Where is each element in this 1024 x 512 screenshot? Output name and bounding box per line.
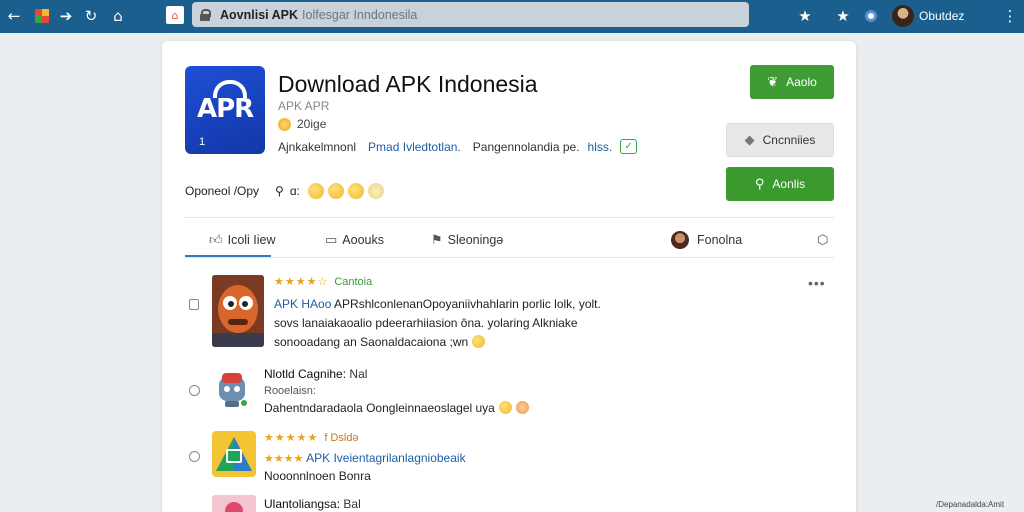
app-logo-icon [212,431,256,477]
extension-icon[interactable] [31,5,53,27]
home-icon[interactable]: ⌂ [107,5,129,27]
review-subtitle: Rooelaisn: [264,385,316,397]
review-link[interactable]: APK HAoo [274,297,331,311]
address-bar[interactable]: Aovnlisi APK Iolfesgar Inndonesila [192,2,749,27]
emoji-icon [347,183,364,199]
tab-overview[interactable]: 👍︎ Icoli Iiew [209,223,276,257]
review-link[interactable]: APK Iveientagrilanlagniobeaik [306,451,465,465]
review-text: Dahentndaradaola Oongleinnaeoslagel uya [264,401,529,415]
app-meta-row: Ajnkakelmnonl Pmad Ivledtotlan. Pangenno… [278,139,638,154]
app-icon: APR 1 [185,66,265,154]
checkbox[interactable] [189,299,199,310]
share-label: Cncnniies [762,133,816,147]
radio-button[interactable] [189,451,200,462]
download-button[interactable]: ⚲ Aonlis [726,167,834,201]
review-text: ★★★★ APK Iveientagrilanlagniobeaik [264,451,466,465]
app-detail-card: APR 1 Download APK Indonesia APK APR 20i… [162,41,856,512]
bookmark-star-icon[interactable]: ★ [794,5,816,27]
star-icon[interactable]: ★ [832,5,854,27]
site-favicon-icon: ⌂ [166,6,184,24]
rating-count: 20ige [297,117,327,131]
emoji-icon [367,183,384,199]
coin-icon [278,117,291,131]
emoji-icon [515,401,529,414]
lock-icon [200,8,211,21]
install-label: Aaolo [786,75,817,89]
robot-avatar-icon [214,367,250,411]
url-path: Iolfesgar Inndonesila [302,7,418,22]
tab-bar: 👍︎ Icoli Iiew ▭ Aoouks ⚑ Sleoningə Fonol… [185,223,834,258]
meta-more-link[interactable]: hlss. [588,140,613,154]
review-author: Nlotld Cagnihe: Nal [264,367,368,381]
download-label: Aonlis [772,177,806,191]
forward-arrow-icon[interactable]: ➔ [55,5,77,27]
tab-reviews[interactable]: ▭ Aoouks [325,223,384,257]
meta-developer: Ajnkakelmnonl [278,139,357,154]
app-icon-text: APR [197,94,254,124]
emoji-icon [307,183,324,199]
more-options-icon[interactable]: ••• [808,275,826,291]
review-text: APK HAoo APRshlconlenanOpoyaniivhahlarin… [274,297,601,311]
tag-icon: ◆ [744,132,755,148]
thumbs-up-icon: 👍︎ [209,232,223,248]
app-icon-badge: 1 [199,136,206,148]
url-domain: Aovnlisi APK [220,7,299,22]
meta-category: Pangennolandia pe. [472,139,580,154]
page-title: Download APK Indonesia [278,71,538,97]
review-text: sonooadang an Saonaldacaiona ;wn [274,335,486,349]
radio-button[interactable] [189,385,200,396]
profile-circle-icon[interactable] [860,5,882,27]
reload-icon[interactable]: ↻ [80,5,102,27]
star-rating: ★★★★☆ Cantoia [274,275,373,288]
tab-profile[interactable]: Fonolna [671,223,742,257]
divider [185,257,834,258]
opinion-row: Oponeol /Opy ⚲ ɑ: [185,183,388,199]
tab-screenshots[interactable]: ⚑ Sleoningə [431,223,503,257]
meta-link[interactable]: Pmad Ivledtotlan. [368,140,461,154]
back-arrow-icon[interactable]: ← [3,5,25,27]
review-thumbnail [212,275,264,347]
share-button[interactable]: ◆ Cncnniies [726,123,834,157]
tab-label: Icoli Iiew [227,233,276,247]
tab-label: Fonolna [697,233,743,247]
corner-caption: /Depanadalda:Amit [936,500,1005,509]
tab-label: Sleoningə [447,233,504,247]
review-author: Ulantoliangsa: Bal [264,497,361,511]
verified-shield-icon: ✓ [620,139,638,154]
tag-icon[interactable]: ⬡ [817,223,833,257]
review-text: sovs lanaiakaoalio pdeerarhiiasion ôna. … [274,316,578,330]
profile-name[interactable]: Obutdez [919,9,964,23]
comment-icon: ▭ [325,232,338,248]
star-rating: ★★★★★ f Dsldə [264,431,359,444]
install-button[interactable]: ❦ Aaolo [750,65,834,99]
avatar[interactable] [892,5,914,27]
tab-label: Aoouks [342,233,384,247]
menu-kebab-icon[interactable]: ⋮ [999,5,1021,27]
app-rating: 20ige [278,117,326,131]
opinion-label: Oponeol /Opy [185,184,260,198]
app-subtitle: APK APR [278,99,330,113]
divider [185,217,834,218]
opinion-count: ɑ: [289,184,300,198]
avatar [671,231,689,249]
leaf-icon: ❦ [767,74,779,90]
emoji-icon [498,401,512,414]
search-icon: ⚲ [754,176,765,192]
flag-icon: ⚑ [431,232,443,248]
browser-toolbar: ← ➔ ↻ ⌂ ⌂ Aovnlisi APK Iolfesgar Inndone… [0,0,1024,33]
emoji-icon [327,183,344,199]
emoji-icon [472,335,486,348]
search-icon[interactable]: ⚲ [275,184,284,198]
app-logo-icon [212,495,256,512]
review-text: Nooonnlnoen Bonra [264,469,371,483]
